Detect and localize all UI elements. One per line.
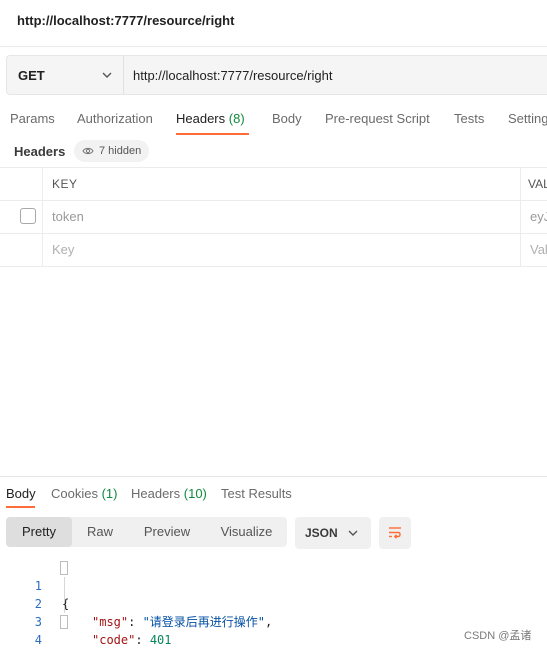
tab-headers-label: Headers xyxy=(176,111,226,126)
table-border xyxy=(0,200,547,201)
headers-section-label: Headers xyxy=(14,144,66,159)
wrap-lines-button[interactable] xyxy=(379,517,411,549)
response-tab-cookies[interactable]: Cookies (1) xyxy=(51,486,117,501)
response-tab-cookies-label: Cookies xyxy=(51,486,98,501)
hidden-count: 7 hidden xyxy=(99,145,142,157)
column-header-key: KEY xyxy=(52,177,78,191)
response-active-tab-indicator xyxy=(6,506,35,508)
tab-params[interactable]: Params xyxy=(10,111,55,126)
method-select[interactable]: GET xyxy=(7,56,124,94)
view-visualize-button[interactable]: Visualize xyxy=(206,517,287,547)
json-key: "code" xyxy=(92,633,136,647)
active-tab-indicator xyxy=(176,133,249,135)
table-border-top xyxy=(0,167,547,168)
url-input[interactable]: http://localhost:7777/resource/right xyxy=(133,68,332,83)
header-value-cell[interactable]: eyJ xyxy=(530,209,547,224)
column-divider xyxy=(520,167,521,266)
line-number: 4 xyxy=(34,633,42,647)
view-preview-button[interactable]: Preview xyxy=(128,517,206,547)
view-pretty-button[interactable]: Pretty xyxy=(6,517,72,547)
tab-body[interactable]: Body xyxy=(272,111,302,126)
code-line: 3 "code": 401 xyxy=(0,595,547,647)
response-tab-cookies-count: (1) xyxy=(101,486,118,501)
code-line: 2 "msg": "请登录后再进行操作", xyxy=(0,577,547,629)
request-title: http://localhost:7777/resource/right xyxy=(17,13,235,28)
wrap-lines-icon xyxy=(389,527,401,539)
chevron-down-icon xyxy=(102,72,112,78)
response-tab-headers-count: (10) xyxy=(183,486,207,501)
tab-pre-request-script[interactable]: Pre-request Script xyxy=(325,111,430,126)
column-divider xyxy=(42,167,43,266)
format-label: JSON xyxy=(305,526,338,540)
tab-settings[interactable]: Settings xyxy=(508,111,547,126)
app-window: http://localhost:7777/resource/right GET… xyxy=(0,0,547,649)
response-tab-headers[interactable]: Headers (10) xyxy=(131,486,207,501)
view-mode-group: Pretty Raw Preview Visualize xyxy=(6,517,287,547)
response-tab-body[interactable]: Body xyxy=(6,486,36,501)
format-select[interactable]: JSON xyxy=(295,517,371,549)
eye-icon xyxy=(82,147,94,155)
tab-headers[interactable]: Headers (8) xyxy=(176,111,245,126)
new-value-input[interactable]: Value xyxy=(530,242,547,257)
table-border-bottom xyxy=(0,266,547,267)
table-border xyxy=(0,233,547,234)
view-raw-button[interactable]: Raw xyxy=(72,517,128,547)
code-line: 1 { xyxy=(0,559,547,611)
response-tab-test-results[interactable]: Test Results xyxy=(221,486,292,501)
column-header-value: VALUE xyxy=(528,177,547,191)
tab-headers-count: (8) xyxy=(228,111,245,126)
hidden-headers-toggle[interactable]: 7 hidden xyxy=(74,140,150,162)
response-divider xyxy=(0,476,547,477)
tab-authorization[interactable]: Authorization xyxy=(77,111,153,126)
new-key-input[interactable]: Key xyxy=(52,242,74,257)
response-tab-headers-label: Headers xyxy=(131,486,181,501)
code-text: "code": 401 xyxy=(92,633,172,647)
header-key-cell[interactable]: token xyxy=(52,209,84,224)
divider xyxy=(0,46,547,47)
watermark: CSDN @孟诸 xyxy=(464,630,532,642)
method-label: GET xyxy=(18,68,45,83)
json-number-value: 401 xyxy=(149,633,172,647)
request-tabs: Params Authorization Headers (8) Body Pr… xyxy=(0,104,547,136)
url-bar: GET http://localhost:7777/resource/right xyxy=(6,55,547,95)
tab-tests[interactable]: Tests xyxy=(454,111,484,126)
chevron-down-icon xyxy=(348,530,358,536)
header-enabled-checkbox[interactable] xyxy=(20,208,36,224)
